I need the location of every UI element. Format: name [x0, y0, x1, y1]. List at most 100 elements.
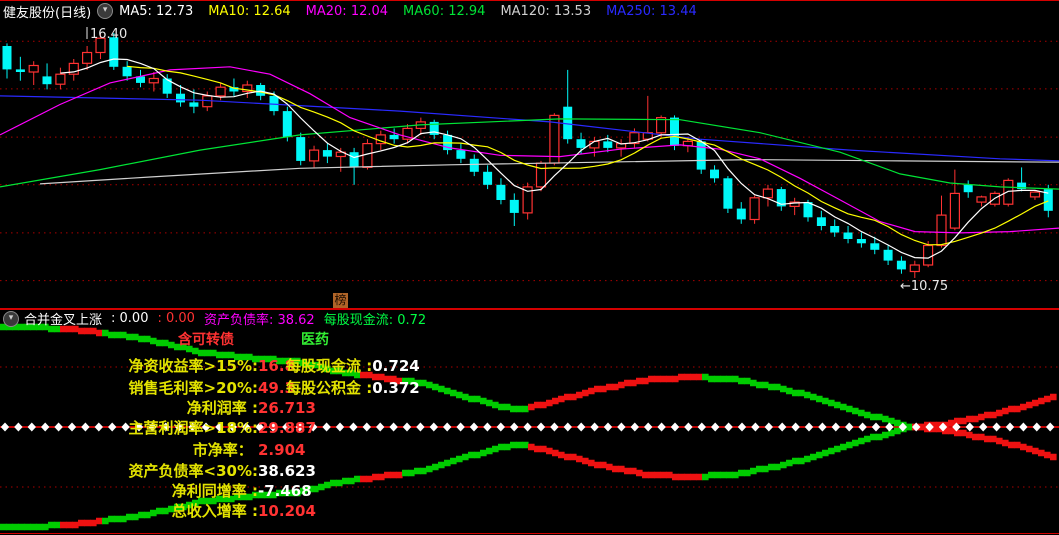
diamond-marker	[295, 422, 304, 432]
high-price-annotation: 16.40	[90, 27, 127, 42]
ma-item: MA10: 12.64	[208, 3, 291, 19]
candle-body	[282, 111, 292, 138]
candle-body	[349, 152, 359, 168]
diamond-marker	[483, 422, 492, 432]
candle-body	[870, 243, 880, 250]
diamond-marker	[309, 422, 318, 432]
chevron-down-icon[interactable]: ▾	[3, 310, 19, 327]
diamond-marker	[242, 422, 251, 432]
diamond-marker	[510, 422, 519, 432]
indicator-name: 合并金叉上涨	[24, 313, 103, 328]
low-price-annotation: ←10.75	[900, 279, 948, 294]
diamond-marker	[255, 422, 264, 432]
candle-body	[189, 102, 199, 107]
candle-body	[535, 162, 547, 188]
candle-body	[215, 86, 226, 97]
candle-body	[856, 239, 866, 244]
ma10-line	[127, 65, 1049, 246]
candle-body	[296, 137, 306, 161]
diamond-marker	[188, 422, 197, 432]
candle-body	[509, 199, 519, 213]
diamond-marker	[429, 422, 438, 432]
diamond-marker	[389, 422, 398, 432]
candle-body	[909, 264, 920, 273]
diamond-marker	[979, 422, 988, 432]
indicator-value-1: : 0.00	[111, 311, 149, 326]
diamond-marker	[711, 422, 720, 432]
diamond-marker	[657, 422, 666, 432]
diamond-marker	[644, 422, 653, 432]
diamond-marker	[443, 422, 452, 432]
diamond-marker	[469, 422, 479, 432]
candle-body	[883, 249, 893, 261]
diamond-marker	[1005, 422, 1015, 432]
diamond-marker	[871, 422, 881, 432]
candle-body	[15, 69, 25, 72]
candle-body	[762, 188, 774, 199]
diamond-marker	[778, 422, 787, 432]
diamond-marker	[670, 422, 680, 432]
diamond-marker	[791, 422, 800, 432]
diamond-marker	[1046, 422, 1055, 432]
candle-body	[28, 64, 39, 73]
diamond-marker	[831, 422, 840, 432]
candle-body	[603, 141, 613, 148]
stock-app-window: 16.40 ←10.75 健友股份(日线) ▾ MA5: 12.73 MA10: 1…	[0, 0, 1059, 535]
candle-body	[456, 150, 466, 159]
debt-ratio-value: 资产负债率: 38.62	[203, 313, 315, 328]
diamond-marker	[1019, 422, 1028, 432]
candle-body	[749, 197, 760, 221]
ma60-line	[0, 118, 1059, 190]
diamond-marker	[228, 422, 237, 432]
diamond-marker	[349, 422, 358, 432]
indicator-chart[interactable]	[0, 309, 1059, 535]
diamond-marker	[563, 422, 572, 432]
candle-body	[896, 260, 906, 270]
diamond-marker	[41, 422, 50, 432]
diamond-marker	[523, 422, 532, 432]
diamond-marker	[161, 422, 170, 432]
diamond-marker	[737, 422, 747, 432]
rank-tab[interactable]: 榜	[333, 293, 348, 308]
candle-body	[670, 117, 679, 146]
diamond-marker	[724, 422, 733, 432]
candle-body	[362, 143, 373, 169]
diamond-marker	[14, 422, 23, 432]
candle-body	[389, 134, 399, 140]
diamond-marker	[121, 422, 130, 432]
candlestick-chart[interactable]: 16.40 ←10.75	[0, 0, 1059, 308]
diamond-marker	[268, 422, 278, 432]
ma-item: MA250: 13.44	[606, 3, 697, 19]
diamond-marker	[175, 422, 184, 432]
candle-body	[589, 140, 600, 149]
candle-body	[322, 150, 332, 157]
ma-item: MA120: 13.53	[500, 3, 592, 19]
candle-body	[55, 73, 66, 85]
diamond-marker	[81, 422, 90, 432]
diamond-marker	[751, 422, 760, 432]
diamond-marker	[630, 422, 639, 432]
diamond-marker	[697, 422, 706, 432]
candle-body	[2, 46, 12, 70]
candle-body	[843, 232, 853, 239]
candle-body	[42, 76, 52, 85]
ma250-line	[0, 95, 1059, 162]
diamond-marker	[27, 422, 36, 432]
diamond-marker	[804, 422, 814, 432]
diamond-marker	[1032, 422, 1041, 432]
candle-body	[816, 217, 826, 226]
diamond-marker	[362, 422, 371, 432]
diamond-marker	[617, 422, 626, 432]
diamond-marker	[134, 422, 144, 432]
diamond-marker	[965, 422, 974, 432]
ma-values: MA5: 12.73 MA10: 12.64 MA20: 12.04 MA60: 12…	[119, 4, 712, 19]
chevron-down-icon[interactable]: ▾	[97, 3, 114, 19]
ma-item: MA20: 12.04	[305, 3, 389, 19]
diamond-marker	[456, 422, 465, 432]
candle-body	[309, 149, 320, 162]
diamond-marker	[322, 422, 331, 432]
diamond-marker	[577, 422, 586, 432]
cashflow-per-share-value: 每股现金流: 0.72	[323, 313, 427, 328]
diamond-marker	[536, 422, 546, 432]
diamond-marker	[215, 422, 224, 432]
